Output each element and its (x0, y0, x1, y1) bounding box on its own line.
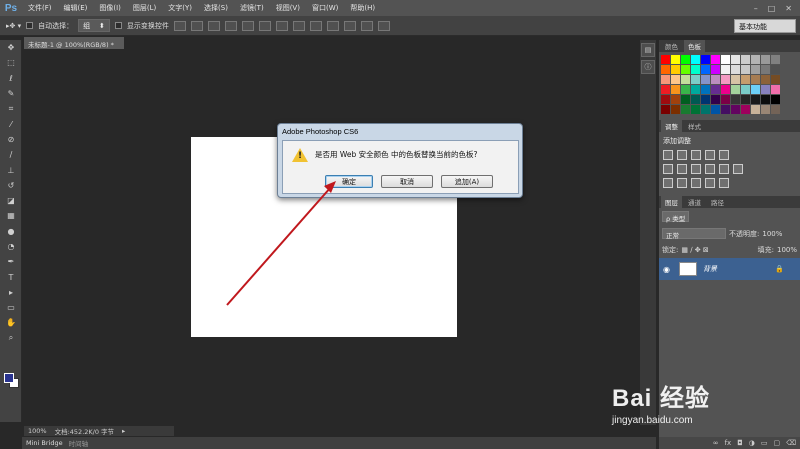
arrow-head (324, 181, 336, 193)
baidu-watermark: Bai 经验 jingyan.baidu.com (612, 378, 710, 426)
arrow-line (226, 186, 332, 306)
watermark-logo: Bai 经验 (612, 385, 711, 412)
photoshop-window: Ps 文件(F) 编辑(E) 图像(I) 图层(L) 文字(Y) 选择(S) 滤… (0, 0, 800, 449)
watermark-url: jingyan.baidu.com (612, 415, 693, 426)
